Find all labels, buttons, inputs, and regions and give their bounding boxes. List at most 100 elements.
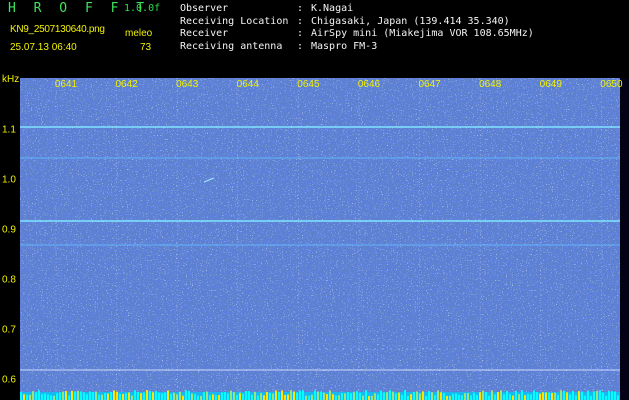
info-value: Maspro FM-3 [311,40,378,52]
bottom-band-bar [47,394,49,400]
info-row-location: Receiving Location: Chigasaki, Japan (139… [180,16,534,29]
spectrogram [20,78,620,400]
bottom-band-bar [488,395,490,400]
bottom-band-bar [236,394,238,400]
bottom-band-bar [116,391,118,400]
bottom-band-bar [92,392,94,400]
time-tick-label: 0644 [236,79,259,90]
bottom-band-bar [122,393,124,400]
bottom-band-bar [476,394,478,400]
bottom-band-bar [374,393,376,400]
bottom-band-bar [305,395,307,400]
info-key: Receiving antenna [180,40,283,52]
bottom-band-bar [581,391,583,400]
bottom-band-bar [509,394,511,400]
bottom-band-bar [338,395,340,400]
frequency-tick-label: 0.7 [2,324,16,336]
bottom-band-bar [578,391,580,400]
bottom-band-bar [308,395,310,400]
time-tick-label: 0646 [357,79,381,90]
bottom-band-bar [551,392,553,400]
bottom-band-bar [356,391,358,400]
bottom-band-bar [515,390,517,400]
bottom-band-bar [290,390,292,400]
bottom-band-bar [80,391,82,400]
bottom-band-bar [263,395,265,400]
bottom-band-bar [569,394,571,400]
bottom-band-bar [416,391,418,400]
bottom-band-bar [44,393,46,400]
bottom-band-bar [605,395,607,400]
bottom-band-bar [215,395,217,400]
info-value: AirSpy mini (Miakejima VOR 108.65MHz) [311,28,534,39]
bottom-band-bar [101,394,103,400]
bottom-band-bar [272,393,274,400]
bottom-band-bar [452,393,454,400]
datetime-label: 25.07.13 06:40 [10,42,77,53]
bottom-band-bar [311,394,313,400]
info-separator: : [297,3,304,14]
bottom-band-bar [485,391,487,400]
bottom-band-bar [431,392,433,400]
bottom-band-bar [155,390,157,400]
time-tick-label: 0648 [479,79,502,90]
info-key: Observer [180,3,229,14]
bottom-band-bar [158,392,160,400]
bottom-band-bar [464,393,466,400]
bottom-band-bar [575,395,577,400]
bottom-band-bar [365,390,367,400]
bottom-band-bar [371,395,373,400]
bottom-band-bar [227,393,229,400]
time-tick-label: 0641 [54,79,78,90]
bottom-band-bar [353,392,355,400]
bottom-band-bar [113,390,115,400]
frequency-tick-label: 1.0 [2,174,16,186]
bottom-band-bar [599,390,601,400]
bottom-band-bar [77,390,79,400]
frequency-tick-label: 0.6 [2,374,16,386]
bottom-band-bar [395,393,397,400]
bottom-band-bar [446,395,448,400]
bottom-band-bar [50,395,52,400]
bottom-band-bar [410,394,412,400]
bottom-band-bar [602,392,604,400]
bottom-band-bar [455,393,457,400]
bottom-band-bar [296,392,298,400]
bottom-band-bar [494,394,496,400]
bottom-band-bar [281,390,283,400]
bottom-band-bar [440,392,442,400]
info-key: Receiver [180,28,229,39]
bottom-band-bar [134,390,136,400]
bottom-band-bar [500,390,502,400]
bottom-band-bar [611,391,613,400]
bottom-band-bar [497,392,499,400]
bottom-band-bar [389,390,391,400]
bottom-band-bar [140,393,142,400]
bottom-band-bar [344,393,346,400]
bottom-band-bar [68,395,70,400]
info-separator: : [297,40,304,52]
bottom-band-bar [518,394,520,400]
bottom-band-bar [458,394,460,400]
bottom-band-bar [224,391,226,400]
bottom-band-bar [404,390,406,400]
bottom-band-bar [254,391,256,400]
bottom-band-bar [398,392,400,400]
bottom-band-bar [32,391,34,400]
bottom-band-bar [341,392,343,400]
bottom-band-bar [239,392,241,400]
bottom-band-bar [65,390,67,400]
bottom-band-bar [533,390,535,400]
bottom-band-bar [563,390,565,400]
bottom-band-bar [95,391,97,400]
bottom-band-bar [407,395,409,400]
bottom-band-bar [191,393,193,400]
bottom-band-bar [89,391,91,400]
frequency-axis: 1.1 1.0 0.9 0.8 0.7 0.6 [0,78,20,400]
bottom-band-bar [23,394,25,400]
bottom-band-bar [584,395,586,400]
time-tick-label: 0650 [600,79,623,90]
bottom-band-bar [203,392,205,400]
bottom-band-bar [368,395,370,400]
bottom-band-bar [299,390,301,400]
